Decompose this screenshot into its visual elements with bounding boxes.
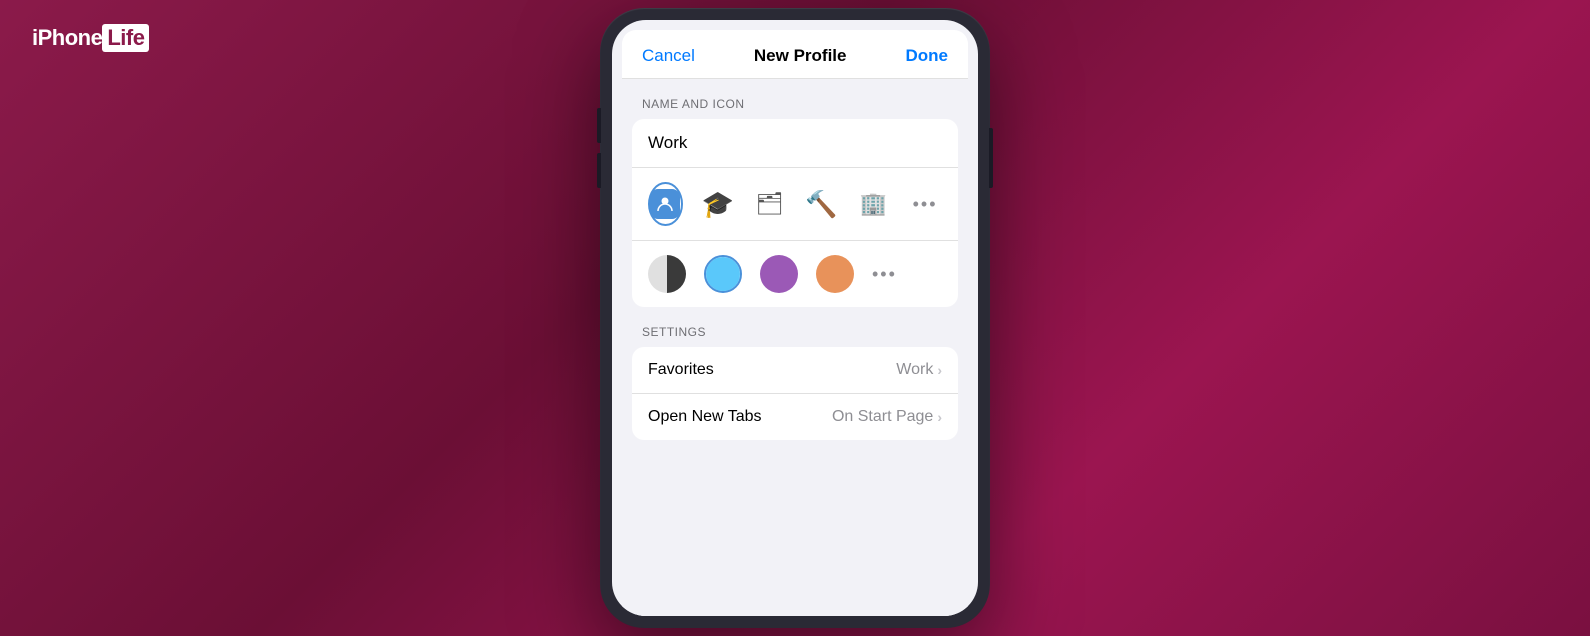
briefcase-icon-button[interactable]: 🗂 (753, 182, 787, 226)
logo-iphone-text: iPhone (32, 25, 102, 51)
open-new-tabs-label: Open New Tabs (648, 408, 762, 426)
graduation-icon-button[interactable]: 🎓 (701, 182, 735, 226)
modal-content: NAME AND ICON (622, 79, 968, 616)
phone-screen: Cancel New Profile Done NAME AND ICON (612, 20, 978, 616)
open-new-tabs-row[interactable]: Open New Tabs On Start Page › (632, 393, 958, 440)
icons-more-button[interactable]: ••• (908, 182, 942, 226)
modal-title: New Profile (754, 46, 847, 66)
icons-more-icon: ••• (913, 194, 938, 215)
safari-app: Cancel New Profile Done NAME AND ICON (612, 20, 978, 616)
favorites-label: Favorites (648, 361, 714, 379)
person-icon-button[interactable] (648, 182, 683, 226)
building-icon: 🏢 (860, 191, 887, 217)
phone-frame: Cancel New Profile Done NAME AND ICON (600, 8, 990, 628)
hammer-icon: 🔨 (805, 189, 837, 220)
open-new-tabs-value-container: On Start Page › (832, 408, 942, 426)
name-and-icon-card: 🎓 🗂 🔨 🏢 (632, 119, 958, 307)
open-new-tabs-chevron-icon: › (937, 409, 942, 425)
name-and-icon-section-label: NAME AND ICON (622, 79, 968, 119)
colors-more-button[interactable]: ••• (872, 264, 897, 285)
color-blue-swatch (706, 257, 740, 291)
favorites-row[interactable]: Favorites Work › (632, 347, 958, 393)
color-dark-button[interactable] (648, 255, 686, 293)
colors-row: ••• (632, 241, 958, 307)
name-input-row (632, 119, 958, 168)
open-new-tabs-value: On Start Page (832, 408, 933, 426)
cancel-button[interactable]: Cancel (642, 46, 695, 66)
colors-more-icon: ••• (872, 264, 897, 285)
volume-down-button (597, 153, 601, 188)
color-orange-swatch (816, 255, 854, 293)
color-purple-button[interactable] (760, 255, 798, 293)
person-icon (650, 189, 680, 219)
building-icon-button[interactable]: 🏢 (856, 182, 890, 226)
power-button (989, 128, 993, 188)
briefcase-icon: 🗂 (756, 191, 784, 217)
modal-sheet: Cancel New Profile Done NAME AND ICON (622, 30, 968, 616)
volume-up-button (597, 108, 601, 143)
profile-name-input[interactable] (648, 133, 942, 153)
color-purple-swatch (760, 255, 798, 293)
icons-row: 🎓 🗂 🔨 🏢 (632, 168, 958, 241)
favorites-value-container: Work › (896, 361, 942, 379)
hammer-icon-button[interactable]: 🔨 (804, 182, 838, 226)
color-blue-button[interactable] (704, 255, 742, 293)
graduation-icon: 🎓 (702, 189, 734, 220)
settings-section-label: SETTINGS (622, 307, 968, 347)
modal-header: Cancel New Profile Done (622, 30, 968, 79)
done-button[interactable]: Done (905, 46, 948, 66)
favorites-value: Work (896, 361, 933, 379)
iphone-life-logo: iPhoneLife (32, 24, 149, 52)
color-dark-swatch (648, 255, 686, 293)
logo-life-text: Life (102, 24, 149, 52)
settings-card: Favorites Work › Open New Tabs On Start … (632, 347, 958, 440)
color-orange-button[interactable] (816, 255, 854, 293)
favorites-chevron-icon: › (937, 362, 942, 378)
